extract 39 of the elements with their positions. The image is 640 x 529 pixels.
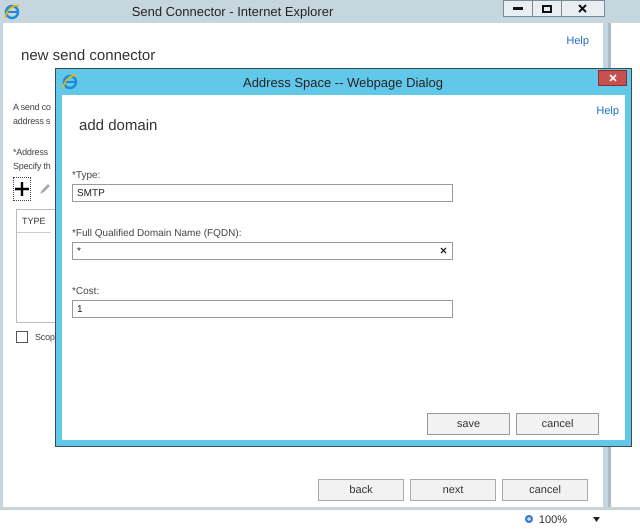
zoom-level[interactable]: 100% (538, 514, 567, 526)
caret-icon[interactable] (593, 517, 600, 522)
input-field[interactable]: 1 (72, 300, 453, 318)
clear-icon[interactable] (440, 247, 447, 254)
browser-icon (61, 73, 79, 91)
minimize-icon (512, 7, 523, 10)
back-button[interactable]: back (318, 479, 404, 501)
input-field[interactable]: * (72, 242, 453, 260)
minimize-button[interactable] (502, 0, 533, 17)
maximize-button[interactable] (532, 0, 562, 17)
close-icon (578, 4, 588, 13)
page-heading: new send connector (21, 47, 156, 64)
help-link[interactable]: Help (596, 105, 619, 117)
field-label: *Full Qualified Domain Name (FQDN): (72, 228, 242, 239)
input-field[interactable]: SMTP (72, 184, 453, 202)
zoom-icon[interactable] (524, 514, 535, 525)
close-button[interactable] (560, 0, 605, 17)
field-label: *Address (13, 146, 48, 159)
cancel-button[interactable]: cancel (516, 413, 599, 435)
dialog-title: Address Space -- Webpage Dialog (243, 74, 443, 90)
description-text: address s (13, 115, 50, 128)
hint-text: Specify th (13, 160, 51, 173)
save-button[interactable]: save (427, 413, 510, 435)
next-button[interactable]: next (410, 479, 496, 501)
field-label: *Type: (72, 170, 102, 181)
browser-icon (3, 2, 21, 20)
checkbox-label: Scop (35, 331, 55, 344)
field-label: *Cost: (72, 286, 100, 297)
dialog-heading: add domain (79, 117, 158, 134)
close-icon (608, 74, 616, 82)
description-text: A send co (13, 101, 51, 114)
window-title: Send Connector - Internet Explorer (132, 4, 334, 19)
column-header: TYPE (17, 210, 51, 233)
add-button[interactable] (13, 177, 31, 201)
maximize-icon (542, 4, 552, 12)
checkbox[interactable] (16, 331, 28, 343)
close-button[interactable] (598, 70, 627, 86)
cancel-button[interactable]: cancel (502, 479, 588, 501)
help-link[interactable]: Help (566, 35, 589, 47)
